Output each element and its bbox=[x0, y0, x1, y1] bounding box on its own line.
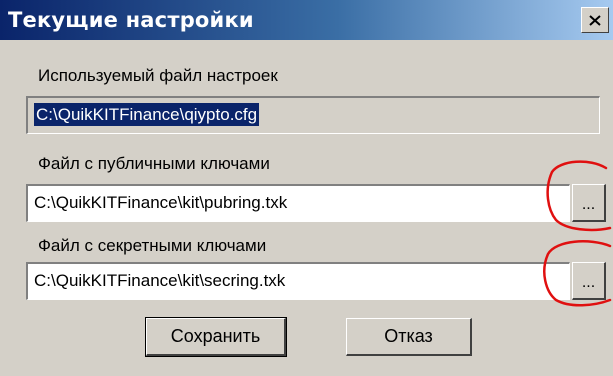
settings-dialog: Текущие настройки Используемый файл наст… bbox=[0, 0, 613, 376]
public-keys-input[interactable]: C:\QuikKITFinance\kit\pubring.txk bbox=[26, 184, 570, 222]
settings-file-value: C:\QuikKITFinance\qiypto.cfg bbox=[34, 103, 260, 126]
public-keys-label: Файл с публичными ключами bbox=[38, 154, 270, 173]
window-title: Текущие настройки bbox=[8, 8, 254, 32]
title-bar[interactable]: Текущие настройки bbox=[0, 0, 613, 40]
secret-keys-browse-button[interactable]: ... bbox=[572, 262, 606, 300]
close-button[interactable] bbox=[581, 7, 609, 33]
close-icon bbox=[589, 14, 601, 26]
save-button[interactable]: Сохранить bbox=[145, 317, 287, 357]
secret-keys-label: Файл с секретными ключами bbox=[38, 236, 267, 255]
cancel-button[interactable]: Отказ bbox=[346, 318, 472, 356]
public-keys-browse-button[interactable]: ... bbox=[572, 184, 606, 222]
secret-keys-input[interactable]: C:\QuikKITFinance\kit\secring.txk bbox=[26, 262, 570, 300]
settings-file-field[interactable]: C:\QuikKITFinance\qiypto.cfg bbox=[26, 96, 600, 134]
settings-file-label: Используемый файл настроек bbox=[38, 66, 278, 85]
